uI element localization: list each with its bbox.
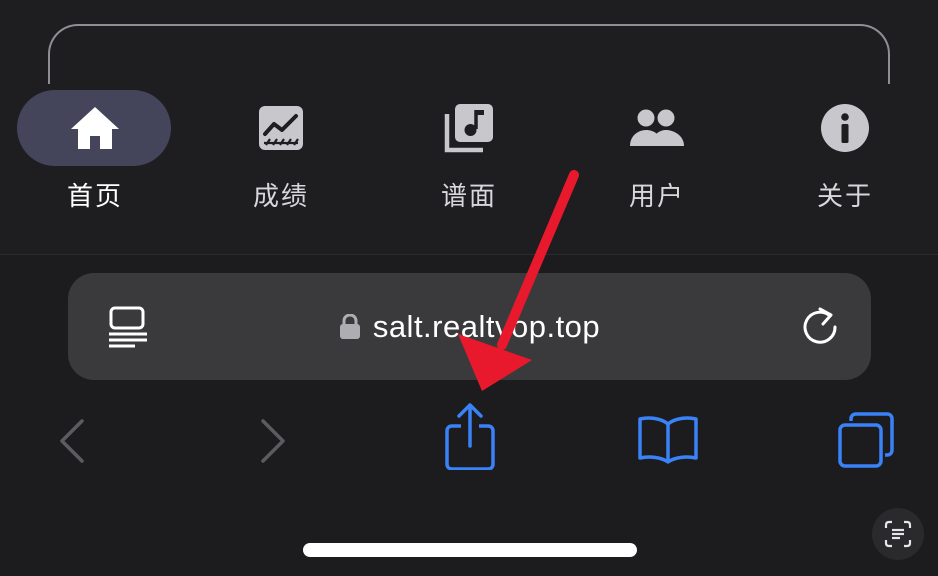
tabs-button[interactable] (834, 408, 898, 472)
bookmarks-button[interactable] (630, 408, 706, 470)
screen: 首页 成绩 谱面 用户 关于 salt.realtvop.top (0, 0, 938, 576)
tabs-icon (838, 412, 894, 468)
chevron-right-icon (261, 419, 285, 463)
nav-item-scores[interactable]: 成绩 (203, 90, 359, 230)
app-bottom-nav: 首页 成绩 谱面 用户 关于 (0, 0, 938, 255)
home-indicator (303, 543, 637, 557)
lock-icon (339, 312, 361, 340)
nav-label: 关于 (816, 182, 873, 212)
nav-item-home[interactable]: 首页 (17, 90, 173, 230)
reload-icon[interactable] (799, 305, 841, 347)
chevron-left-icon (60, 419, 84, 463)
url-container: salt.realtvop.top (68, 273, 871, 380)
url-text[interactable]: salt.realtvop.top (373, 309, 600, 345)
nav-label: 用户 (628, 182, 685, 212)
home-icon (65, 98, 125, 158)
people-icon (627, 98, 687, 158)
text-scan-button[interactable] (872, 508, 924, 560)
share-button[interactable] (436, 398, 504, 474)
text-scan-icon (884, 520, 912, 548)
nav-label: 谱面 (440, 182, 497, 212)
forward-button[interactable] (245, 410, 301, 472)
music-library-icon (439, 98, 499, 158)
info-icon (815, 98, 875, 158)
chart-icon (251, 98, 311, 158)
back-button[interactable] (44, 410, 100, 472)
content-card-edge (48, 24, 890, 84)
address-bar[interactable]: salt.realtvop.top (68, 273, 871, 380)
nav-label: 成绩 (252, 182, 309, 212)
nav-item-charts[interactable]: 谱面 (391, 90, 547, 230)
nav-item-about[interactable]: 关于 (767, 90, 923, 230)
book-icon (638, 416, 698, 464)
share-icon (445, 403, 495, 470)
nav-label: 首页 (66, 182, 123, 212)
nav-item-users[interactable]: 用户 (579, 90, 735, 230)
